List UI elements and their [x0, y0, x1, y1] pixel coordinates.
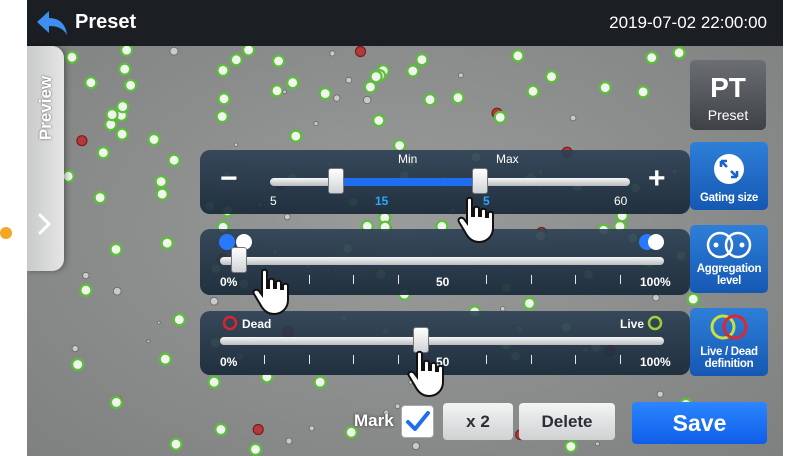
checkmark-icon — [406, 411, 430, 431]
plus-button[interactable]: + — [648, 164, 666, 194]
aggregation-icon — [706, 231, 752, 259]
live-dead-max-label: 100% — [640, 355, 671, 369]
mark-label: Mark — [354, 411, 394, 430]
dead-circle-icon — [222, 315, 238, 331]
slider-tick — [308, 355, 310, 364]
top-bar: Preset 2019-07-02 22:00:00 — [27, 0, 783, 46]
slider-tick — [575, 275, 577, 284]
slider-tick — [353, 275, 355, 284]
min-label: Min — [398, 152, 418, 166]
aggregation-level-button[interactable]: Aggregation level — [690, 225, 768, 293]
pointer-hand-icon — [407, 350, 444, 398]
delete-button[interactable]: Delete — [519, 403, 615, 440]
datetime: 2019-07-02 22:00:00 — [609, 13, 767, 32]
slider-tick — [530, 275, 532, 284]
live-dead-label-line1: Live / Dead — [700, 346, 758, 358]
slider-tick — [353, 355, 355, 364]
slider-tick — [397, 355, 399, 364]
page-title: Preset — [75, 11, 137, 33]
live-dead-icon — [710, 314, 748, 340]
chevron-right-icon[interactable] — [35, 212, 55, 236]
range-end-label: 60 — [614, 194, 628, 208]
device-screen: Preset 2019-07-02 22:00:00 Preview PT Pr… — [27, 0, 783, 456]
live-dead-definition-button[interactable]: Live / Dead definition — [690, 308, 768, 376]
live-dead-min-label: 0% — [220, 355, 238, 369]
resize-icon — [714, 154, 744, 184]
live-dead-label-line2: definition — [704, 358, 754, 370]
aggregation-mid-label: 50 — [436, 275, 450, 289]
slider-tick — [530, 355, 532, 364]
slider-tick — [619, 355, 621, 364]
gating-selected-range — [334, 178, 479, 186]
aggregation-label-line1: Aggregation — [696, 263, 762, 275]
preview-tab[interactable]: Preview — [27, 46, 64, 271]
gating-size-label: Gating size — [699, 192, 759, 204]
gating-max-thumb[interactable] — [471, 168, 488, 194]
gating-size-panel: − + Min Max 5 15 5 60 — [200, 150, 690, 214]
max-label: Max — [496, 152, 519, 166]
back-arrow-icon[interactable] — [35, 9, 69, 37]
aggregation-min-label: 0% — [220, 275, 238, 289]
preview-label: Preview — [36, 75, 55, 141]
mark-checkbox[interactable] — [401, 405, 434, 438]
save-button[interactable]: Save — [632, 402, 767, 444]
live-dead-track[interactable] — [220, 337, 664, 345]
preset-button[interactable]: PT Preset — [690, 60, 766, 130]
aggregation-label-line2: level — [716, 275, 742, 287]
slider-tick — [575, 355, 577, 364]
gating-min-thumb[interactable] — [327, 168, 344, 194]
gating-size-button[interactable]: Gating size — [690, 142, 768, 210]
aggregation-max-label: 100% — [640, 275, 671, 289]
slider-tick — [308, 275, 310, 284]
aggregated-cells-icon — [639, 234, 664, 250]
aggregation-track[interactable] — [220, 257, 664, 265]
pointer-hand-icon — [457, 196, 494, 244]
minus-button[interactable]: − — [220, 164, 238, 194]
pointer-hand-icon — [252, 268, 289, 316]
range-start-label: 5 — [270, 194, 277, 208]
slider-tick — [264, 355, 266, 364]
aggregation-thumb[interactable] — [230, 247, 247, 273]
zoom-button[interactable]: x 2 — [443, 403, 513, 440]
live-circle-icon — [647, 315, 663, 331]
min-value-label: 15 — [375, 194, 389, 208]
live-label: Live — [620, 317, 645, 331]
slider-tick — [619, 275, 621, 284]
preset-button-icon-text: PT — [710, 72, 746, 103]
slider-tick — [486, 355, 488, 364]
dead-label: Dead — [242, 317, 272, 331]
preset-button-label: Preset — [707, 107, 749, 123]
slider-tick — [486, 275, 488, 284]
indicator-dot — [0, 227, 12, 239]
slider-tick — [397, 275, 399, 284]
